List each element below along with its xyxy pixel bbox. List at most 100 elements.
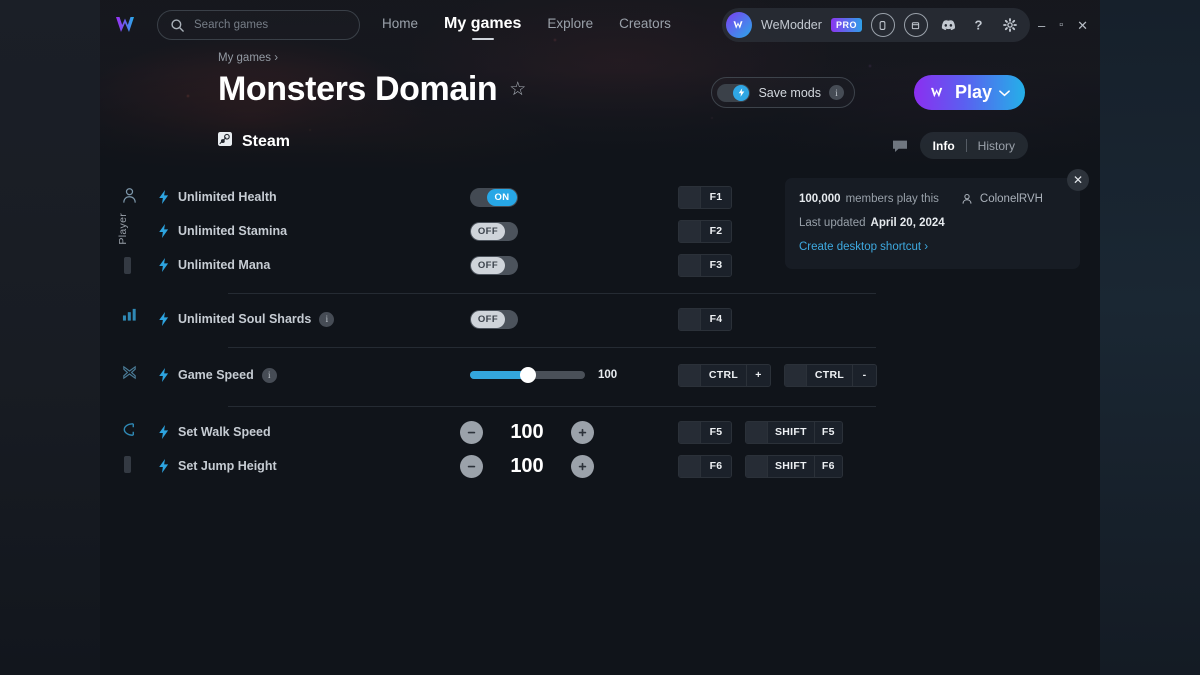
author-name: ColonelRVH bbox=[979, 193, 1043, 205]
play-button[interactable]: Play bbox=[914, 75, 1025, 110]
cheat-label: Set Walk Speed bbox=[178, 425, 271, 439]
hotkey-button-decrease[interactable]: CTRL - bbox=[784, 363, 877, 387]
hotkey-lead bbox=[679, 421, 700, 443]
hotkey-button[interactable]: F2 bbox=[678, 219, 732, 243]
cheat-label: Unlimited Health bbox=[178, 190, 277, 204]
hotkey-key: CTRL bbox=[700, 364, 746, 386]
chat-bubble-icon[interactable] bbox=[892, 139, 908, 153]
toggle-switch[interactable]: OFF bbox=[470, 255, 518, 275]
avatar bbox=[726, 12, 753, 38]
platform-row: Steam bbox=[218, 132, 290, 151]
cheat-control: OFF bbox=[470, 221, 518, 241]
close-icon[interactable]: ✕ bbox=[1067, 169, 1089, 191]
hotkey-lead bbox=[679, 308, 700, 330]
phone-icon[interactable] bbox=[870, 13, 895, 37]
hotkey-lead bbox=[679, 455, 700, 477]
breadcrumb[interactable]: My games › bbox=[218, 52, 278, 64]
nav-home[interactable]: Home bbox=[382, 16, 418, 34]
hotkey-button[interactable]: F3 bbox=[678, 253, 732, 277]
page-title: Monsters Domain bbox=[218, 70, 498, 108]
tab-history[interactable]: History bbox=[978, 139, 1015, 153]
decrement-button[interactable] bbox=[460, 454, 483, 478]
nav-creators[interactable]: Creators bbox=[619, 16, 671, 34]
cross-icon[interactable] bbox=[114, 364, 144, 381]
search-input[interactable] bbox=[194, 19, 344, 31]
cheat-info-icon[interactable]: i bbox=[319, 311, 335, 327]
person-icon[interactable] bbox=[114, 187, 144, 204]
hotkey-area: F1 bbox=[678, 185, 732, 209]
window-controls: – ▫ ✕ bbox=[1038, 19, 1088, 32]
cheat-control: 100 bbox=[460, 454, 594, 478]
save-mods-control[interactable]: Save mods i bbox=[711, 77, 855, 108]
save-mods-info-icon[interactable]: i bbox=[829, 85, 844, 100]
star-outline-icon[interactable]: ☆ bbox=[509, 78, 526, 101]
increment-button[interactable] bbox=[571, 454, 594, 478]
hotkey-key: CTRL bbox=[806, 364, 852, 386]
bar-chart-icon[interactable] bbox=[114, 307, 144, 322]
archive-box-icon[interactable] bbox=[903, 13, 928, 37]
main-nav: Home My games Explore Creators bbox=[382, 15, 671, 36]
toggle-switch[interactable]: OFF bbox=[470, 221, 518, 241]
wemod-w-logo[interactable] bbox=[113, 13, 143, 37]
toggle-state-label: ON bbox=[487, 188, 517, 206]
maximize-button[interactable]: ▫ bbox=[1059, 19, 1063, 31]
hotkey-key: SHIFT bbox=[767, 455, 814, 477]
hotkey-button-decrease[interactable]: SHIFT F5 bbox=[745, 420, 843, 444]
hotkey-button-increase[interactable]: F5 bbox=[678, 420, 732, 444]
chevron-down-icon bbox=[999, 89, 1010, 96]
category-label-player: Player bbox=[117, 213, 129, 245]
hotkey-button-increase[interactable]: CTRL + bbox=[678, 363, 771, 387]
magnet-icon[interactable] bbox=[114, 421, 144, 438]
minimize-button[interactable]: – bbox=[1038, 19, 1045, 32]
top-navigation-bar: Home My games Explore Creators WeModder … bbox=[100, 0, 1100, 50]
desktop-backdrop: Home My games Explore Creators WeModder … bbox=[0, 0, 1200, 675]
hotkey-button-increase[interactable]: F6 bbox=[678, 454, 732, 478]
tab-separator bbox=[965, 139, 967, 152]
hotkey-button-decrease[interactable]: SHIFT F6 bbox=[745, 454, 843, 478]
save-mods-toggle[interactable] bbox=[717, 83, 751, 102]
hotkey-lead bbox=[679, 254, 700, 276]
hotkey-key: F4 bbox=[700, 308, 731, 330]
hotkey-button[interactable]: F4 bbox=[678, 307, 732, 331]
wemod-app-window: Home My games Explore Creators WeModder … bbox=[100, 0, 1100, 675]
hotkey-key: F6 bbox=[700, 455, 731, 477]
account-pill[interactable]: WeModder PRO ? bbox=[722, 8, 1030, 42]
cheat-info-icon[interactable]: i bbox=[261, 367, 277, 383]
hotkey-key: F2 bbox=[700, 220, 731, 242]
author-block[interactable]: ColonelRVH bbox=[961, 193, 1043, 205]
hotkey-lead bbox=[679, 364, 700, 386]
hotkey-area: F2 bbox=[678, 219, 732, 243]
cheat-row-unlimited-stamina: Unlimited Stamina OFF F2 bbox=[144, 214, 844, 248]
search-box[interactable] bbox=[157, 10, 360, 40]
nav-my-games[interactable]: My games bbox=[444, 15, 521, 36]
cheat-row-set-walk-speed: Set Walk Speed 100 F5 SHIFT F5 bbox=[144, 415, 844, 449]
increment-button[interactable] bbox=[571, 420, 594, 444]
game-speed-slider[interactable] bbox=[470, 367, 585, 383]
bolt-icon bbox=[158, 224, 170, 238]
close-button[interactable]: ✕ bbox=[1077, 19, 1088, 32]
hotkey-area: F6 SHIFT F6 bbox=[678, 454, 843, 478]
members-count: 100,000 bbox=[799, 193, 841, 205]
user-icon bbox=[962, 194, 972, 204]
toggle-switch[interactable]: OFF bbox=[470, 309, 518, 329]
account-name: WeModder bbox=[761, 18, 822, 32]
hotkey-lead bbox=[746, 421, 767, 443]
section-divider bbox=[228, 406, 876, 407]
slider-knob[interactable] bbox=[519, 367, 536, 383]
cheat-control: OFF bbox=[470, 309, 518, 329]
hotkey-button[interactable]: F1 bbox=[678, 185, 732, 209]
help-icon[interactable]: ? bbox=[968, 14, 990, 36]
decrement-button[interactable] bbox=[460, 420, 483, 444]
discord-icon[interactable] bbox=[937, 14, 959, 36]
nav-explore[interactable]: Explore bbox=[547, 16, 593, 34]
tab-info[interactable]: Info bbox=[933, 139, 955, 153]
bolt-icon bbox=[158, 368, 170, 382]
cheat-label: Unlimited Stamina bbox=[178, 224, 288, 238]
toggle-switch[interactable]: ON bbox=[470, 187, 518, 207]
gear-icon[interactable] bbox=[999, 14, 1021, 36]
category-scroll-bar-2 bbox=[124, 456, 131, 473]
cheat-label: Unlimited Soul Shards bbox=[178, 312, 312, 326]
section-divider bbox=[228, 293, 876, 294]
create-desktop-shortcut-link[interactable]: Create desktop shortcut › bbox=[799, 241, 1062, 253]
hotkey-lead bbox=[679, 220, 700, 242]
